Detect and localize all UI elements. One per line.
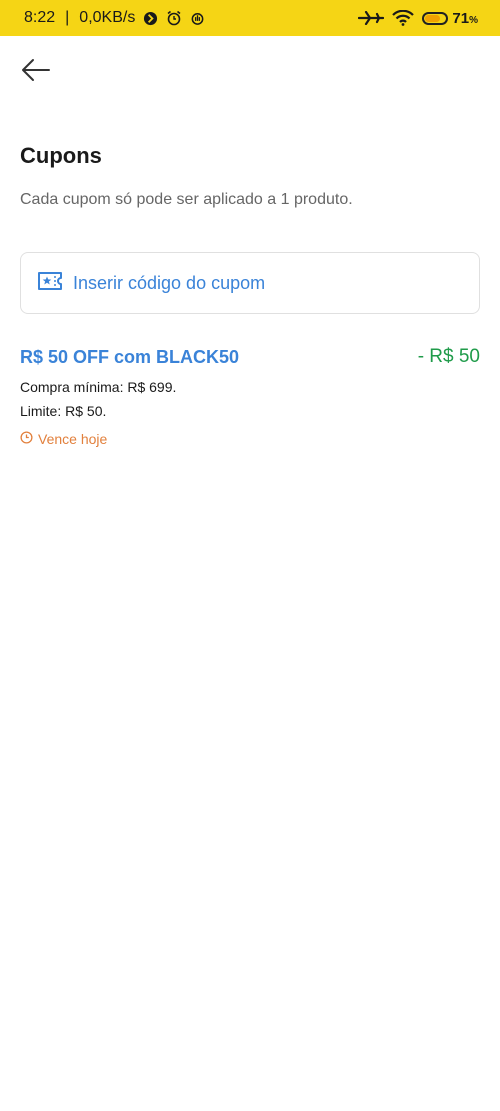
status-right: 71% xyxy=(358,10,478,27)
app-notification-icon xyxy=(143,11,158,26)
status-time: 8:22 xyxy=(24,9,56,26)
coupon-expiry-label: Vence hoje xyxy=(38,431,108,447)
back-button[interactable] xyxy=(18,56,54,88)
status-left: 8:22 | 0,0KB/s xyxy=(24,9,205,27)
ticket-star-icon xyxy=(37,271,63,296)
coupon-header: R$ 50 OFF com BLACK50 - R$ 50 xyxy=(20,346,480,368)
coupon-code-input[interactable]: Inserir código do cupom xyxy=(20,252,480,314)
battery-indicator: 71% xyxy=(422,10,478,27)
page-subtitle: Cada cupom só pode ser aplicado a 1 prod… xyxy=(20,191,353,208)
status-separator: | xyxy=(65,9,70,26)
alarm-icon xyxy=(166,10,182,26)
coupon-title: R$ 50 OFF com BLACK50 xyxy=(20,346,240,367)
coupon-min-purchase: Compra mínima: R$ 699. xyxy=(20,379,177,395)
coupon-limit: Limite: R$ 50. xyxy=(20,403,107,419)
wifi-icon xyxy=(392,10,415,26)
coupon-discount-value: - R$ 50 xyxy=(417,346,480,367)
coupon-input-label: Inserir código do cupom xyxy=(73,272,266,293)
status-bar: 8:22 | 0,0KB/s 71% xyxy=(0,0,500,36)
battery-fill xyxy=(425,14,440,22)
network-speed: 0,0KB/s xyxy=(79,9,136,26)
arrow-left-icon xyxy=(21,58,51,87)
clock-icon xyxy=(20,431,33,447)
page-title: Cupons xyxy=(20,143,102,168)
hand-notification-icon xyxy=(190,10,205,26)
battery-icon xyxy=(422,11,449,25)
battery-percentage: 71% xyxy=(452,10,478,27)
coupon-card[interactable]: R$ 50 OFF com BLACK50 - R$ 50 Compra mín… xyxy=(20,346,480,447)
battery-percent-value: 71 xyxy=(452,9,470,27)
battery-percent-symbol: % xyxy=(469,14,478,26)
coupon-expiry: Vence hoje xyxy=(20,431,480,447)
airplane-icon xyxy=(358,11,385,25)
